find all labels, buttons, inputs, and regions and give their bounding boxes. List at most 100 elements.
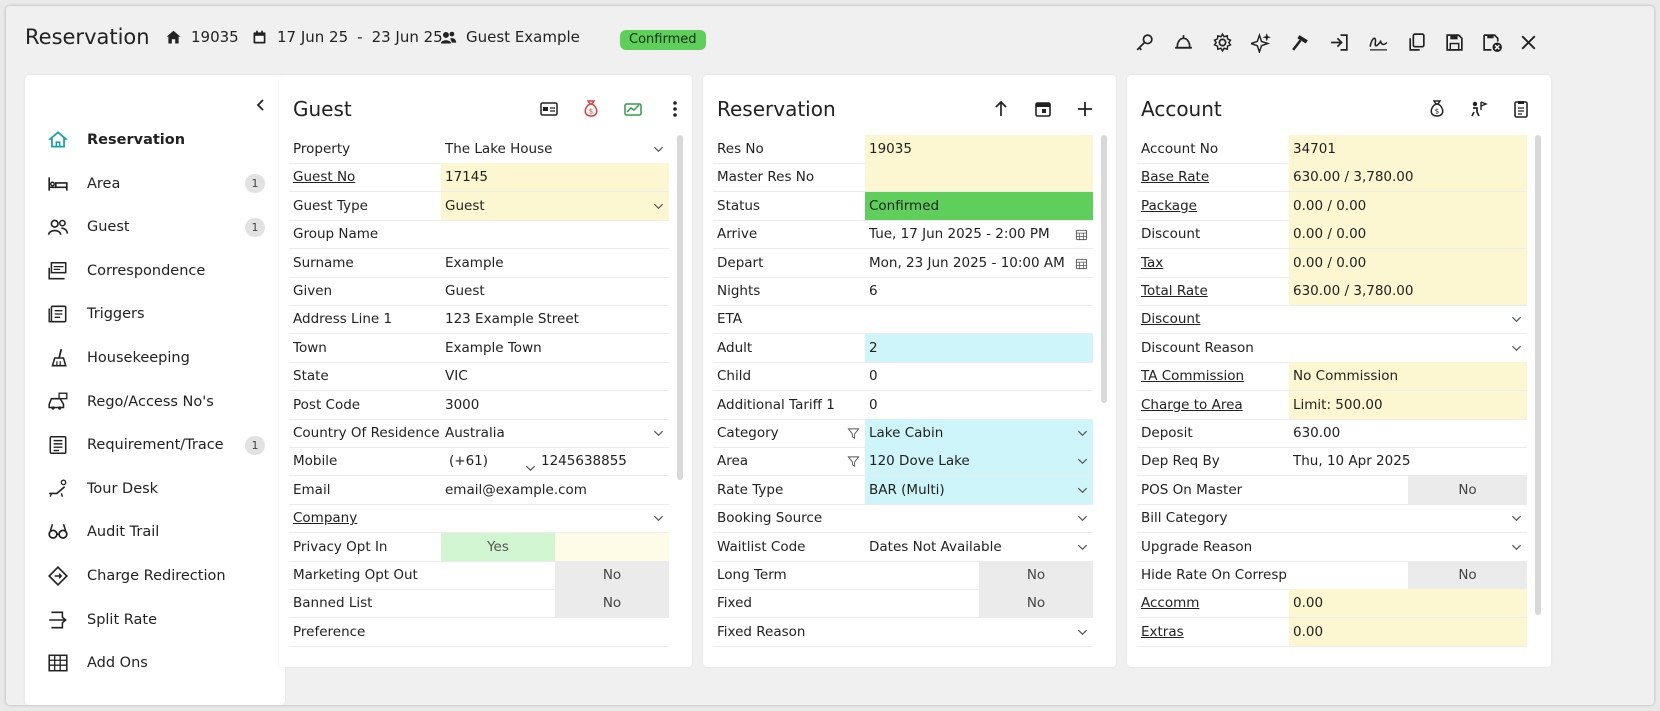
toggle-option[interactable] xyxy=(1289,561,1408,589)
credit-trend-icon[interactable] xyxy=(619,95,647,123)
field-value[interactable]: 630.00 xyxy=(1289,419,1527,447)
chevron-down-icon[interactable] xyxy=(1077,513,1088,524)
toggle-option[interactable]: No xyxy=(555,589,669,618)
sidebar-item-housekeeping[interactable]: Housekeeping xyxy=(25,338,285,378)
toggle-option[interactable]: No xyxy=(1408,561,1527,589)
field-select[interactable]: Dates Not Available xyxy=(865,533,1093,561)
copy-icon[interactable] xyxy=(1402,30,1430,54)
filter-icon[interactable] xyxy=(847,427,860,440)
save-close-icon[interactable] xyxy=(1478,30,1506,54)
sidebar-item-reservation[interactable]: Reservation xyxy=(25,120,285,160)
field-value[interactable]: 0 xyxy=(865,362,1093,390)
calendar-icon[interactable] xyxy=(1075,228,1088,241)
field-value[interactable]: 0 xyxy=(865,391,1093,419)
field-select[interactable]: BAR (Multi) xyxy=(865,475,1093,504)
reservation-scrollbar[interactable] xyxy=(1101,135,1107,403)
field-select[interactable]: 120 Dove Lake xyxy=(865,447,1093,476)
field-label[interactable]: Base Rate xyxy=(1141,163,1287,191)
chevron-down-icon[interactable] xyxy=(1077,485,1088,496)
field-label[interactable]: TA Commission xyxy=(1141,362,1287,390)
field-value[interactable]: Guest xyxy=(441,277,669,305)
field-label[interactable]: Tax xyxy=(1141,249,1287,277)
chevron-down-icon[interactable] xyxy=(1511,542,1522,553)
save-icon[interactable] xyxy=(1440,30,1468,54)
sidebar-item-split-rate[interactable]: Split Rate xyxy=(25,600,285,640)
sidebar-item-charge-redirection[interactable]: Charge Redirection xyxy=(25,556,285,596)
field-value[interactable]: 6 xyxy=(865,277,1093,305)
signature-icon[interactable] xyxy=(1364,30,1392,54)
filter-icon[interactable] xyxy=(847,455,860,468)
chevron-left-icon[interactable] xyxy=(251,95,271,115)
field-value[interactable]: 0.00 xyxy=(1289,589,1527,618)
field-label[interactable]: Discount xyxy=(1141,305,1287,333)
field-label[interactable]: Guest No xyxy=(293,163,439,191)
toggle-option[interactable] xyxy=(865,589,979,617)
sparkle-icon[interactable] xyxy=(1247,30,1275,54)
chevron-down-icon[interactable] xyxy=(1077,627,1088,638)
field-label[interactable]: Company xyxy=(293,504,439,532)
sidebar-item-area[interactable]: Area 1 xyxy=(25,164,285,204)
calendar-add-icon[interactable] xyxy=(1029,95,1057,123)
chevron-down-icon[interactable] xyxy=(1077,542,1088,553)
toggle-option[interactable]: No xyxy=(1408,475,1527,504)
field-value[interactable]: VIC xyxy=(441,362,669,390)
id-card-icon[interactable] xyxy=(535,95,563,123)
field-value[interactable]: 0.00 / 0.00 xyxy=(1289,248,1527,277)
sidebar-item-correspondence[interactable]: Correspondence xyxy=(25,251,285,291)
field-value[interactable]: 17145 xyxy=(441,163,669,192)
chevron-down-icon[interactable] xyxy=(653,428,664,439)
field-value[interactable] xyxy=(865,305,1093,333)
toggle-option[interactable]: No xyxy=(555,561,669,589)
chevron-down-icon[interactable] xyxy=(1511,343,1522,354)
field-value[interactable] xyxy=(865,163,1093,192)
field-value[interactable]: Confirmed xyxy=(865,191,1093,220)
toggle-option[interactable] xyxy=(555,532,669,561)
more-vertical-icon[interactable] xyxy=(661,95,689,123)
field-label[interactable]: Charge to Area xyxy=(1141,391,1287,419)
clipboard-icon[interactable] xyxy=(1507,95,1535,123)
field-value[interactable]: 123 Example Street xyxy=(441,305,669,333)
field-value[interactable]: 630.00 / 3,780.00 xyxy=(1289,277,1527,305)
field-value[interactable]: Mon, 23 Jun 2025 - 10:00 AM xyxy=(865,249,1093,277)
field-value[interactable]: 2 xyxy=(865,333,1093,362)
field-value[interactable] xyxy=(441,618,669,646)
field-select[interactable]: Guest xyxy=(441,191,669,220)
field-select[interactable]: Australia xyxy=(441,419,669,447)
chevron-down-icon[interactable] xyxy=(653,513,664,524)
check-in-icon[interactable] xyxy=(1325,30,1353,54)
sidebar-item-tour-desk[interactable]: Tour Desk xyxy=(25,469,285,509)
sidebar-item-requirement-trace[interactable]: Requirement/Trace 1 xyxy=(25,425,285,465)
field-value[interactable]: (+61) 1245638855 xyxy=(441,447,669,475)
sidebar-item-add-ons[interactable]: Add Ons xyxy=(25,643,285,683)
key-icon[interactable] xyxy=(1130,30,1158,54)
field-value[interactable]: 0.00 xyxy=(1289,617,1527,646)
field-value[interactable]: Tue, 17 Jun 2025 - 2:00 PM xyxy=(865,220,1093,248)
bell-icon[interactable] xyxy=(1169,30,1197,54)
guest-scrollbar[interactable] xyxy=(677,135,683,480)
field-label[interactable]: Accomm xyxy=(1141,589,1287,617)
field-label[interactable]: Package xyxy=(1141,192,1287,220)
field-select[interactable]: The Lake House xyxy=(441,135,669,163)
gear-icon[interactable] xyxy=(1208,30,1236,54)
field-value[interactable]: 19035 xyxy=(865,135,1093,163)
chevron-down-icon[interactable] xyxy=(653,201,664,212)
sidebar-item-guest[interactable]: Guest 1 xyxy=(25,207,285,247)
chevron-down-icon[interactable] xyxy=(1511,513,1522,524)
toggle-option[interactable] xyxy=(441,589,555,617)
sidebar-item-rego-access-no-s[interactable]: Rego/Access No's xyxy=(25,382,285,422)
field-value[interactable]: Example xyxy=(441,249,669,277)
field-select[interactable] xyxy=(1289,533,1527,561)
upload-arrow-icon[interactable] xyxy=(987,95,1015,123)
field-value[interactable] xyxy=(441,220,669,248)
field-select[interactable] xyxy=(1289,305,1527,333)
chevron-down-icon[interactable] xyxy=(653,144,664,155)
field-value[interactable]: Limit: 500.00 xyxy=(1289,390,1527,419)
sidebar-item-triggers[interactable]: Triggers xyxy=(25,294,285,334)
toggle-option[interactable] xyxy=(1289,476,1408,504)
field-value[interactable]: 630.00 / 3,780.00 xyxy=(1289,163,1527,192)
field-select[interactable]: Lake Cabin xyxy=(865,419,1093,447)
field-value[interactable]: email@example.com xyxy=(441,476,669,504)
field-select[interactable] xyxy=(441,504,669,532)
toggle-option[interactable]: Yes xyxy=(441,532,555,561)
calendar-icon[interactable] xyxy=(1075,257,1088,270)
